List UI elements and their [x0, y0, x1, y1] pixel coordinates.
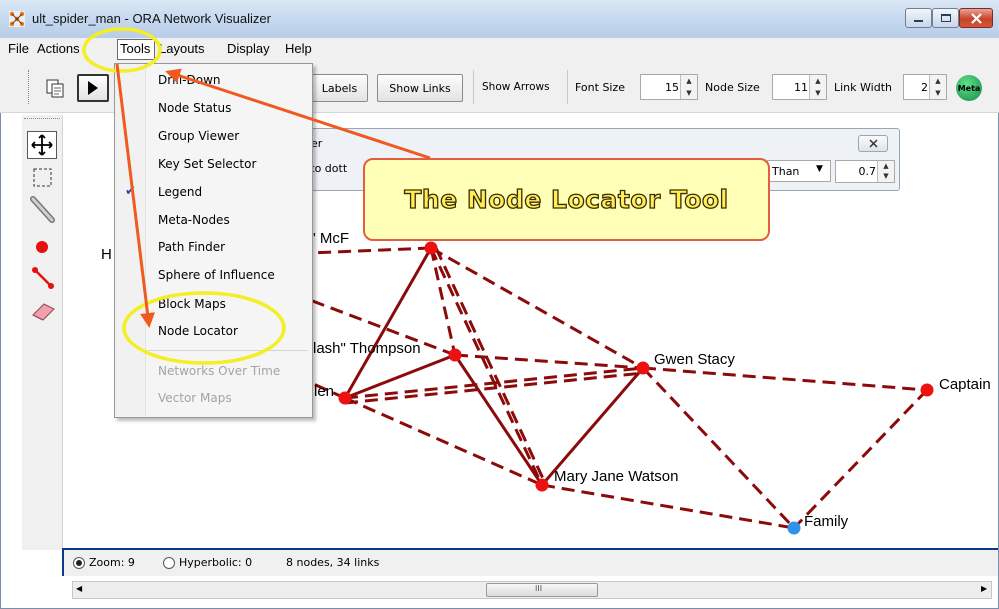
hyperbolic-status: Hyperbolic: 0 — [179, 556, 253, 569]
graph-counts: 8 nodes, 34 links — [286, 556, 380, 569]
zoom-status: Zoom: 9 — [89, 556, 135, 569]
highlight-ellipse — [82, 27, 162, 73]
annotation-overlay — [82, 27, 431, 365]
hyperbolic-radio[interactable] — [163, 557, 175, 569]
arrow-annotation — [115, 63, 155, 328]
arrow-annotation — [165, 68, 431, 160]
scrollbar-thumb[interactable]: III — [486, 583, 598, 597]
callout-text: The Node Locator Tool — [404, 184, 729, 214]
radio-dot-icon — [76, 560, 82, 566]
scroll-left-icon[interactable]: ◀ — [76, 584, 82, 593]
scroll-right-icon[interactable]: ▶ — [981, 584, 987, 593]
grip-icon: III — [535, 584, 543, 593]
highlight-ellipse — [122, 291, 286, 365]
zoom-radio[interactable] — [73, 557, 85, 569]
callout-box: The Node Locator Tool — [363, 158, 770, 241]
